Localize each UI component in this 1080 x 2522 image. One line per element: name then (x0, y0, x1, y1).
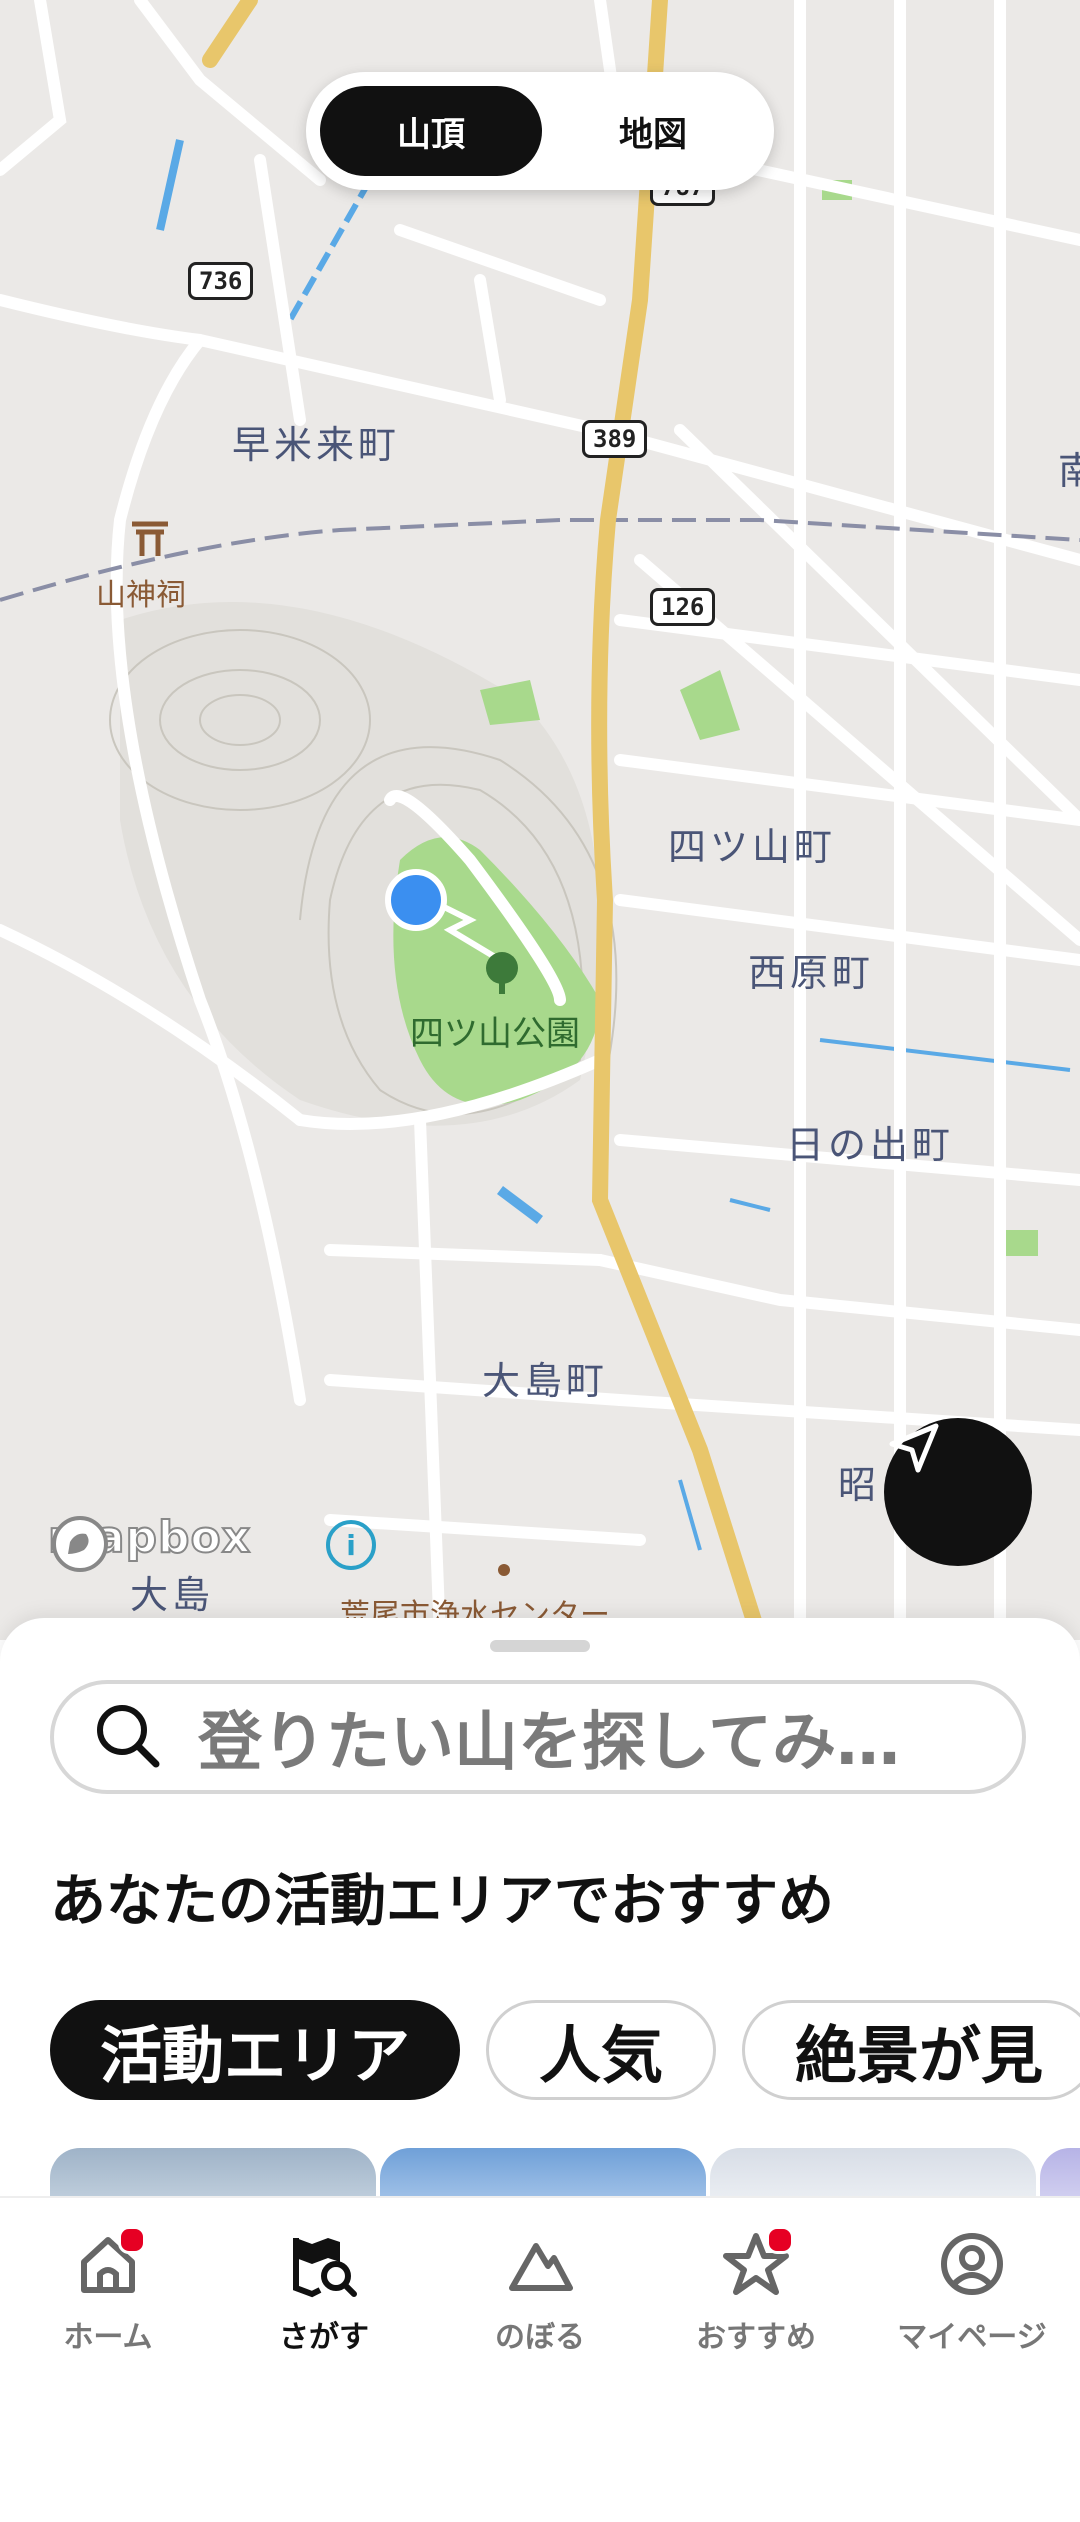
search-placeholder: 登りたい山を探してみ… (198, 1706, 901, 1780)
route-shield: 389 (582, 420, 648, 458)
tab-label: さがす (279, 2320, 369, 2355)
notification-badge (766, 2226, 794, 2254)
area-label: 日の出町 (786, 1123, 955, 1167)
map-search-icon (293, 2238, 357, 2298)
map-tab[interactable]: 地図 (542, 86, 764, 176)
filter-chips: 活動エリア 人気 絶景が見 (50, 2000, 1080, 2100)
area-label: 四ツ山町 (668, 825, 837, 869)
mountain-card[interactable] (710, 2148, 1036, 2198)
locate-button[interactable] (884, 1418, 1032, 1566)
mountain-card[interactable] (380, 2148, 706, 2198)
shrine-label: 山神祠 (96, 578, 186, 613)
chip-scenic[interactable]: 絶景が見 (742, 2000, 1080, 2100)
tab-home[interactable]: ホーム (0, 2226, 216, 2356)
area-label: 大島町 (482, 1359, 609, 1403)
area-label: 南 (1058, 440, 1080, 495)
info-icon[interactable]: i (326, 1520, 376, 1570)
search-icon (97, 1705, 160, 1768)
area-label: 大島 (130, 1573, 215, 1617)
tab-recommend[interactable]: おすすめ (648, 2226, 864, 2356)
tab-label: のぼる (495, 2320, 585, 2355)
route-shield: 736 (188, 262, 254, 300)
mapbox-attribution: mapbox (47, 1511, 251, 1572)
tab-mypage[interactable]: マイページ (864, 2228, 1080, 2356)
mountain-card[interactable] (50, 2148, 376, 2198)
mountain-icon (509, 2243, 573, 2291)
tab-search[interactable]: さがす (216, 2228, 432, 2356)
user-icon (941, 2233, 1003, 2295)
bottom-tab-bar: ホーム さがす のぼる おすすめ マイページ (0, 2196, 1080, 2522)
search-input[interactable]: 登りたい山を探してみ… (50, 1680, 1026, 1794)
notification-badge (118, 2226, 146, 2254)
route-shield: 126 (650, 588, 716, 626)
view-toggle: 山頂 地図 (306, 72, 774, 190)
section-title: あなたの活動エリアでおすすめ (50, 1869, 834, 1934)
navigation-arrow-icon (889, 1423, 939, 1473)
area-label: 早米来町 (232, 423, 401, 467)
summit-tab[interactable]: 山頂 (320, 86, 542, 176)
mountain-cards (50, 2148, 1080, 2198)
tab-climb[interactable]: のぼる (432, 2228, 648, 2356)
mapbox-logo-icon (52, 1516, 108, 1572)
tab-label: マイページ (897, 2320, 1047, 2355)
tab-label: ホーム (63, 2320, 153, 2355)
mountain-card[interactable] (1040, 2148, 1080, 2198)
area-label: 昭 (838, 1463, 881, 1507)
chip-activity-area[interactable]: 活動エリア (50, 2000, 461, 2100)
tab-label: おすすめ (696, 2320, 816, 2355)
park-label: 四ツ山公園 (410, 1014, 580, 1054)
bottom-sheet: 登りたい山を探してみ… あなたの活動エリアでおすすめ 活動エリア 人気 絶景が見 (0, 1618, 1080, 2198)
area-label: 西原町 (748, 951, 875, 995)
chip-popular[interactable]: 人気 (486, 2000, 717, 2100)
sheet-handle[interactable] (490, 1640, 590, 1652)
map-view[interactable]: 736 787 389 126 早米来町 四ツ山町 西原町 日の出町 大島町 大… (0, 0, 1080, 1640)
